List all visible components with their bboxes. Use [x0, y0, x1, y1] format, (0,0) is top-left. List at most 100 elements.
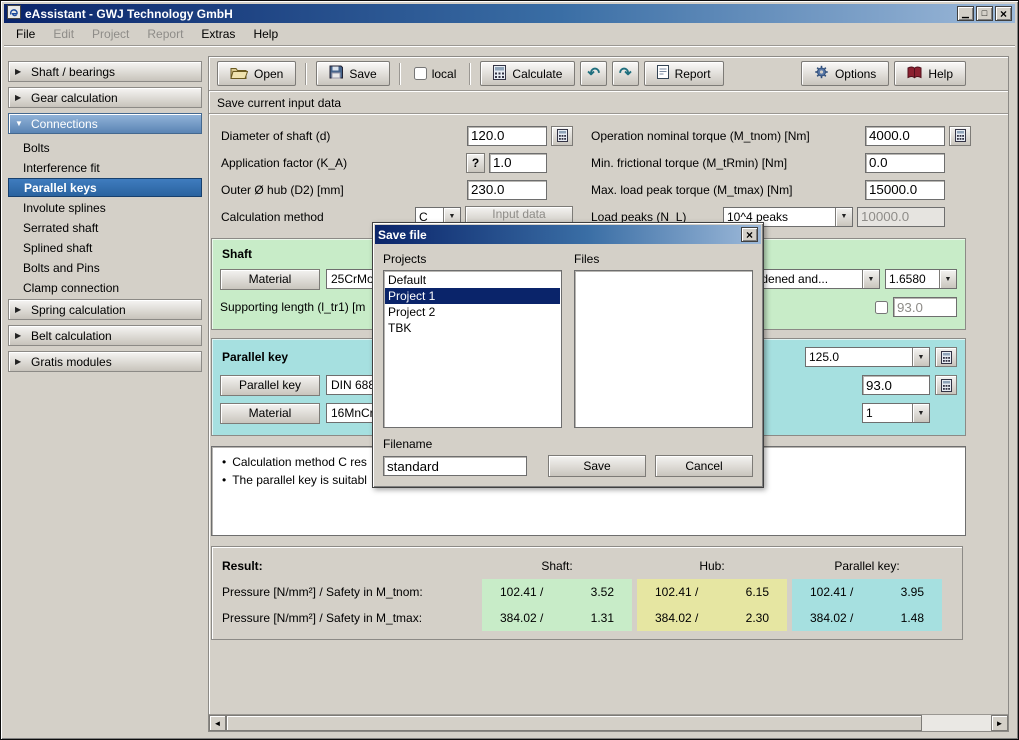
- safety-value: 1.48: [901, 611, 924, 625]
- max-load-peak-torque-label: Max. load peak torque (M_tmax) [Nm]: [591, 183, 792, 197]
- menu-bar: File Edit Project Report Extras Help: [4, 23, 1015, 46]
- help-button[interactable]: Help: [894, 61, 966, 86]
- sidebar-item-involute-splines[interactable]: Involute splines: [8, 198, 202, 217]
- sidebar-item-clamp-connection[interactable]: Clamp connection: [8, 278, 202, 297]
- max-load-peak-torque-input[interactable]: [865, 180, 945, 200]
- open-folder-icon: [230, 66, 248, 82]
- close-icon: ×: [746, 229, 753, 241]
- safety-value: 1.31: [591, 611, 614, 625]
- sidebar-group-spring-calculation[interactable]: ▶ Spring calculation: [8, 299, 202, 320]
- shaft-material-button[interactable]: Material: [220, 269, 320, 290]
- diameter-calculator-button[interactable]: [551, 126, 573, 146]
- chevron-down-icon[interactable]: ▼: [835, 208, 852, 226]
- key-diameter-calculator-button[interactable]: [935, 347, 957, 367]
- undo-icon: ↶: [587, 66, 600, 81]
- filename-input[interactable]: [383, 456, 527, 476]
- key-material-button[interactable]: Material: [220, 403, 320, 424]
- outer-hub-diameter-input[interactable]: [467, 180, 547, 200]
- project-item-project-1[interactable]: Project 1: [385, 288, 560, 304]
- menu-file[interactable]: File: [8, 24, 43, 44]
- sidebar-group-connections[interactable]: ▼ Connections: [8, 113, 202, 134]
- sidebar-item-splined-shaft[interactable]: Splined shaft: [8, 238, 202, 257]
- dialog-cancel-button[interactable]: Cancel: [655, 455, 753, 477]
- chevron-down-icon[interactable]: ▼: [862, 270, 879, 288]
- local-checkbox[interactable]: [414, 67, 427, 80]
- sidebar-item-interference-fit[interactable]: Interference fit: [8, 158, 202, 177]
- form-row: Operation nominal torque (M_tnom) [Nm]: [591, 124, 971, 147]
- key-diameter-controls: 125.0 ▼: [805, 347, 957, 367]
- menu-help[interactable]: Help: [245, 24, 286, 44]
- dialog-save-button[interactable]: Save: [548, 455, 646, 477]
- result-cell-parallel-key: 102.41 / 3.95: [792, 579, 942, 605]
- filename-label: Filename: [383, 437, 753, 451]
- redo-button[interactable]: ↷: [612, 61, 639, 86]
- chevron-down-icon[interactable]: ▼: [912, 404, 929, 422]
- maximize-icon: □: [982, 9, 987, 18]
- projects-list[interactable]: Default Project 1 Project 2 TBK: [383, 270, 562, 428]
- key-length-calculator-button[interactable]: [935, 375, 957, 395]
- key-length-input[interactable]: [862, 375, 930, 395]
- key-count-value: 1: [863, 406, 912, 420]
- open-button[interactable]: Open: [217, 61, 296, 86]
- sidebar-item-serrated-shaft[interactable]: Serrated shaft: [8, 218, 202, 237]
- key-diameter-select[interactable]: 125.0 ▼: [805, 347, 930, 367]
- scrollbar-thumb[interactable]: [226, 715, 922, 731]
- report-label: Report: [675, 67, 711, 81]
- torque-calculator-button[interactable]: [949, 126, 971, 146]
- scroll-right-button[interactable]: ►: [991, 715, 1008, 731]
- scroll-right-icon: ►: [996, 719, 1004, 728]
- result-cell-shaft: 102.41 / 3.52: [482, 579, 632, 605]
- diameter-of-shaft-input[interactable]: [467, 126, 547, 146]
- sidebar-group-shaft-bearings[interactable]: ▶ Shaft / bearings: [8, 61, 202, 82]
- safety-value: 3.52: [591, 585, 614, 599]
- scrollbar-track[interactable]: [226, 715, 991, 731]
- application-factor-label: Application factor (K_A): [221, 156, 347, 170]
- menu-extras[interactable]: Extras: [193, 24, 243, 44]
- results-title: Result:: [212, 559, 477, 573]
- safety-value: 2.30: [746, 611, 769, 625]
- app-window: eAssistant - GWJ Technology GmbH ▁ □ × F…: [0, 0, 1019, 740]
- dialog-bottom-row: Save Cancel: [383, 455, 753, 477]
- horizontal-scrollbar[interactable]: ◄ ►: [209, 714, 1008, 731]
- chevron-down-icon[interactable]: ▼: [939, 270, 956, 288]
- dialog-close-button[interactable]: ×: [741, 227, 758, 242]
- sidebar-group-gratis-modules[interactable]: ▶ Gratis modules: [8, 351, 202, 372]
- calculation-method-label: Calculation method: [221, 210, 324, 224]
- sidebar-item-parallel-keys[interactable]: Parallel keys: [8, 178, 202, 197]
- key-count-select[interactable]: 1 ▼: [862, 403, 930, 423]
- sidebar-group-belt-calculation[interactable]: ▶ Belt calculation: [8, 325, 202, 346]
- spacer: [949, 153, 971, 173]
- files-list[interactable]: [574, 270, 753, 428]
- options-button[interactable]: Options: [801, 61, 889, 86]
- parallel-key-button[interactable]: Parallel key: [220, 375, 320, 396]
- pressure-value: 384.02 /: [655, 611, 698, 625]
- maximize-button[interactable]: □: [976, 6, 993, 21]
- local-checkbox-group: local: [410, 67, 461, 81]
- menu-edit: Edit: [45, 24, 82, 44]
- min-frictional-torque-input[interactable]: [865, 153, 945, 173]
- project-item-default[interactable]: Default: [385, 272, 560, 288]
- sidebar-item-bolts-and-pins[interactable]: Bolts and Pins: [8, 258, 202, 277]
- material-number-select[interactable]: 1.6580 ▼: [885, 269, 957, 289]
- dialog-body: Projects Default Project 1 Project 2 TBK…: [375, 244, 761, 485]
- undo-button[interactable]: ↶: [580, 61, 607, 86]
- application-factor-help-button[interactable]: ?: [466, 153, 485, 173]
- report-button[interactable]: Report: [644, 61, 724, 86]
- save-disk-icon: [329, 65, 343, 82]
- project-item-tbk[interactable]: TBK: [385, 320, 560, 336]
- pressure-value: 384.02 /: [500, 611, 543, 625]
- operation-nominal-torque-label: Operation nominal torque (M_tnom) [Nm]: [591, 129, 810, 143]
- supporting-length-checkbox[interactable]: [875, 301, 888, 314]
- project-item-project-2[interactable]: Project 2: [385, 304, 560, 320]
- application-factor-input[interactable]: [489, 153, 547, 173]
- scroll-left-button[interactable]: ◄: [209, 715, 226, 731]
- minimize-button[interactable]: ▁: [957, 6, 974, 21]
- close-button[interactable]: ×: [995, 6, 1012, 21]
- operation-nominal-torque-input[interactable]: [865, 126, 945, 146]
- sidebar-group-gear-calculation[interactable]: ▶ Gear calculation: [8, 87, 202, 108]
- sidebar-item-bolts[interactable]: Bolts: [8, 138, 202, 157]
- calculate-button[interactable]: Calculate: [480, 61, 575, 86]
- chevron-down-icon[interactable]: ▼: [912, 348, 929, 366]
- save-button[interactable]: Save: [316, 61, 389, 86]
- result-row-mtmax: Pressure [N/mm²] / Safety in M_tmax: 384…: [212, 605, 962, 631]
